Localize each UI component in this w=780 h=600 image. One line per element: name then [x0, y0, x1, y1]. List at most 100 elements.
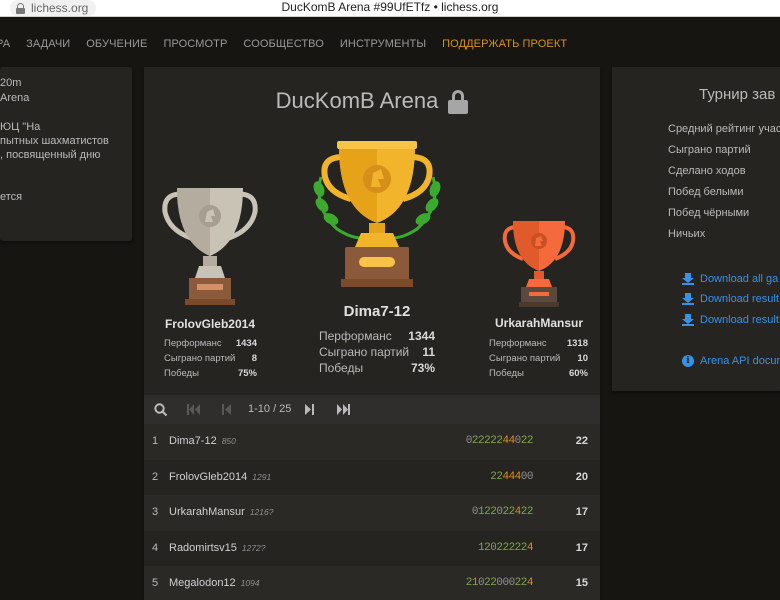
stat-line: Ничьих	[668, 228, 706, 240]
score-sheet: 0122022422	[472, 506, 534, 518]
player-name-text: UrkarahMansur	[169, 506, 245, 518]
player-score: 22	[575, 435, 588, 447]
player-rating: 850	[221, 436, 236, 446]
link-label: Download result	[700, 293, 779, 305]
score-sheet: 2244400	[490, 471, 533, 483]
prev-page-icon[interactable]	[222, 404, 232, 415]
nav-item-learn[interactable]: ОБУЧЕНИЕ	[86, 38, 147, 50]
podium-first-stats: Перформанс 1344 Сыграно партий 11 Победы 73…	[319, 328, 435, 376]
podium-first-name[interactable]: Dima7-12	[307, 303, 447, 320]
download-icon	[682, 273, 694, 285]
stat-value: 1434	[235, 338, 257, 349]
player-rating: 1216?	[249, 507, 274, 517]
page-title: DucKomB Arena	[275, 88, 439, 113]
stat-value: 60%	[568, 368, 588, 379]
info-line: ется	[0, 191, 23, 203]
player-score: 15	[575, 577, 588, 589]
stat-value: 75%	[237, 368, 257, 379]
table-row[interactable]: 5 Megalodon12 1094 21022000224 15	[144, 566, 600, 600]
nav-item-tools[interactable]: ИНСТРУМЕНТЫ	[340, 38, 426, 50]
podium-second-stats: Перформанс 1434 Сыграно партий 8 Победы 75%	[164, 336, 257, 381]
stat-line: Сделано ходов	[668, 165, 746, 177]
score-digit: 2	[526, 435, 534, 447]
score-digit: 4	[526, 577, 534, 589]
table-row[interactable]: 1 Dima7-12 850 02222244022 22	[144, 424, 600, 460]
search-icon[interactable]	[154, 403, 168, 417]
player-score: 20	[575, 470, 588, 483]
stat-label: Перформанс	[489, 338, 547, 349]
lock-icon	[448, 90, 469, 114]
nav-item-watch[interactable]: ПРОСМОТР	[163, 38, 227, 50]
stat-value: 11	[422, 345, 435, 359]
gold-trophy-icon	[313, 141, 441, 287]
browser-titlebar: lichess.org DucKomB Arena #99UfETfz • li…	[0, 0, 780, 17]
download-icon	[682, 314, 694, 326]
player-rank: 4	[152, 541, 159, 554]
table-row[interactable]: 4 Radomirtsv15 1272? 120222224 17	[144, 530, 600, 566]
tournament-title: DucKomB Arena	[144, 88, 600, 114]
download-icon	[682, 293, 694, 305]
score-digit: 0	[526, 470, 534, 483]
player-name[interactable]: Megalodon12 1094	[169, 577, 260, 589]
table-row[interactable]: 3 UrkarahMansur 1216? 0122022422 17	[144, 495, 600, 531]
player-score: 17	[575, 541, 588, 554]
score-sheet: 02222244022	[466, 435, 534, 447]
player-name-text: Radomirtsv15	[169, 541, 237, 554]
stat-line: Средний рейтинг учас	[668, 123, 780, 135]
download-results-link[interactable]: Download result	[682, 314, 779, 326]
score-sheet: 21022000224	[466, 577, 534, 589]
player-score: 17	[575, 506, 588, 518]
stat-label: Сыграно партий	[319, 345, 410, 359]
stat-label: Перформанс	[319, 329, 392, 343]
info-line: ЮЦ "На	[0, 121, 41, 133]
player-name-text: FrolovGleb2014	[169, 470, 248, 483]
score-sheet: 120222224	[478, 542, 533, 554]
first-page-icon[interactable]	[187, 404, 201, 415]
stat-label: Сыграно партий	[164, 353, 236, 364]
stat-line: Побед белыми	[668, 186, 744, 198]
player-rating: 1291	[252, 471, 272, 482]
player-name[interactable]: FrolovGleb2014 1291	[169, 471, 271, 483]
standings-pager: 1-10 / 25	[144, 395, 600, 424]
table-row[interactable]: 2 FrolovGleb2014 1291 2244400 20	[144, 459, 600, 495]
stat-value: 1344	[408, 329, 435, 343]
info-icon: i	[682, 355, 694, 367]
info-line: Arena	[0, 92, 30, 104]
player-name-text: Megalodon12	[169, 577, 236, 589]
info-line: , посвященный дню	[0, 149, 101, 161]
tournament-info-panel: 20m Arena ЮЦ "На пытных шахматистов , по…	[0, 67, 132, 241]
score-digit: 4	[526, 541, 534, 554]
last-page-icon[interactable]	[336, 404, 350, 415]
player-name-text: Dima7-12	[169, 435, 217, 447]
api-docs-link[interactable]: i Arena API docum	[682, 355, 780, 367]
next-page-icon[interactable]	[304, 404, 314, 415]
stats-title: Турнир зав	[699, 86, 776, 103]
stat-label: Победы	[319, 361, 364, 375]
stat-value: 8	[251, 353, 257, 364]
player-name[interactable]: Dima7-12 850	[169, 435, 236, 447]
player-rank: 1	[152, 435, 159, 447]
nav-item-play[interactable]: РА	[0, 38, 10, 50]
bronze-trophy-icon	[502, 221, 576, 307]
player-name[interactable]: UrkarahMansur 1216?	[169, 506, 273, 518]
nav-item-support[interactable]: ПОДДЕРЖАТЬ ПРОЕКТ	[442, 38, 567, 50]
podium-third-stats: Перформанс 1318 Сыграно партий 10 Победы 60…	[489, 336, 588, 381]
nav-item-community[interactable]: СООБЩЕСТВО	[243, 38, 324, 50]
download-results-link[interactable]: Download result	[682, 293, 779, 305]
player-name[interactable]: Radomirtsv15 1272?	[169, 542, 266, 554]
podium-third-name[interactable]: UrkarahMansur	[489, 316, 589, 330]
download-all-games-link[interactable]: Download all ga	[682, 273, 778, 285]
stat-label: Сыграно партий	[489, 353, 561, 364]
podium-second-name[interactable]: FrolovGleb2014	[161, 317, 259, 331]
stat-label: Победы	[489, 368, 524, 379]
window-title: DucKomB Arena #99UfETfz • lichess.org	[281, 0, 499, 14]
standings-table: 1 Dima7-12 850 02222244022 22 2 FrolovGleb2014…	[144, 424, 600, 600]
score-digit: 2	[526, 506, 534, 518]
stat-line: Побед чёрными	[668, 207, 750, 219]
link-label: Download result	[700, 314, 779, 326]
info-line: 20m	[0, 77, 22, 89]
nav-item-puzzles[interactable]: ЗАДАЧИ	[26, 38, 70, 50]
silver-trophy-icon	[162, 188, 258, 305]
player-rating: 1094	[240, 578, 260, 588]
player-rank: 3	[152, 506, 159, 518]
